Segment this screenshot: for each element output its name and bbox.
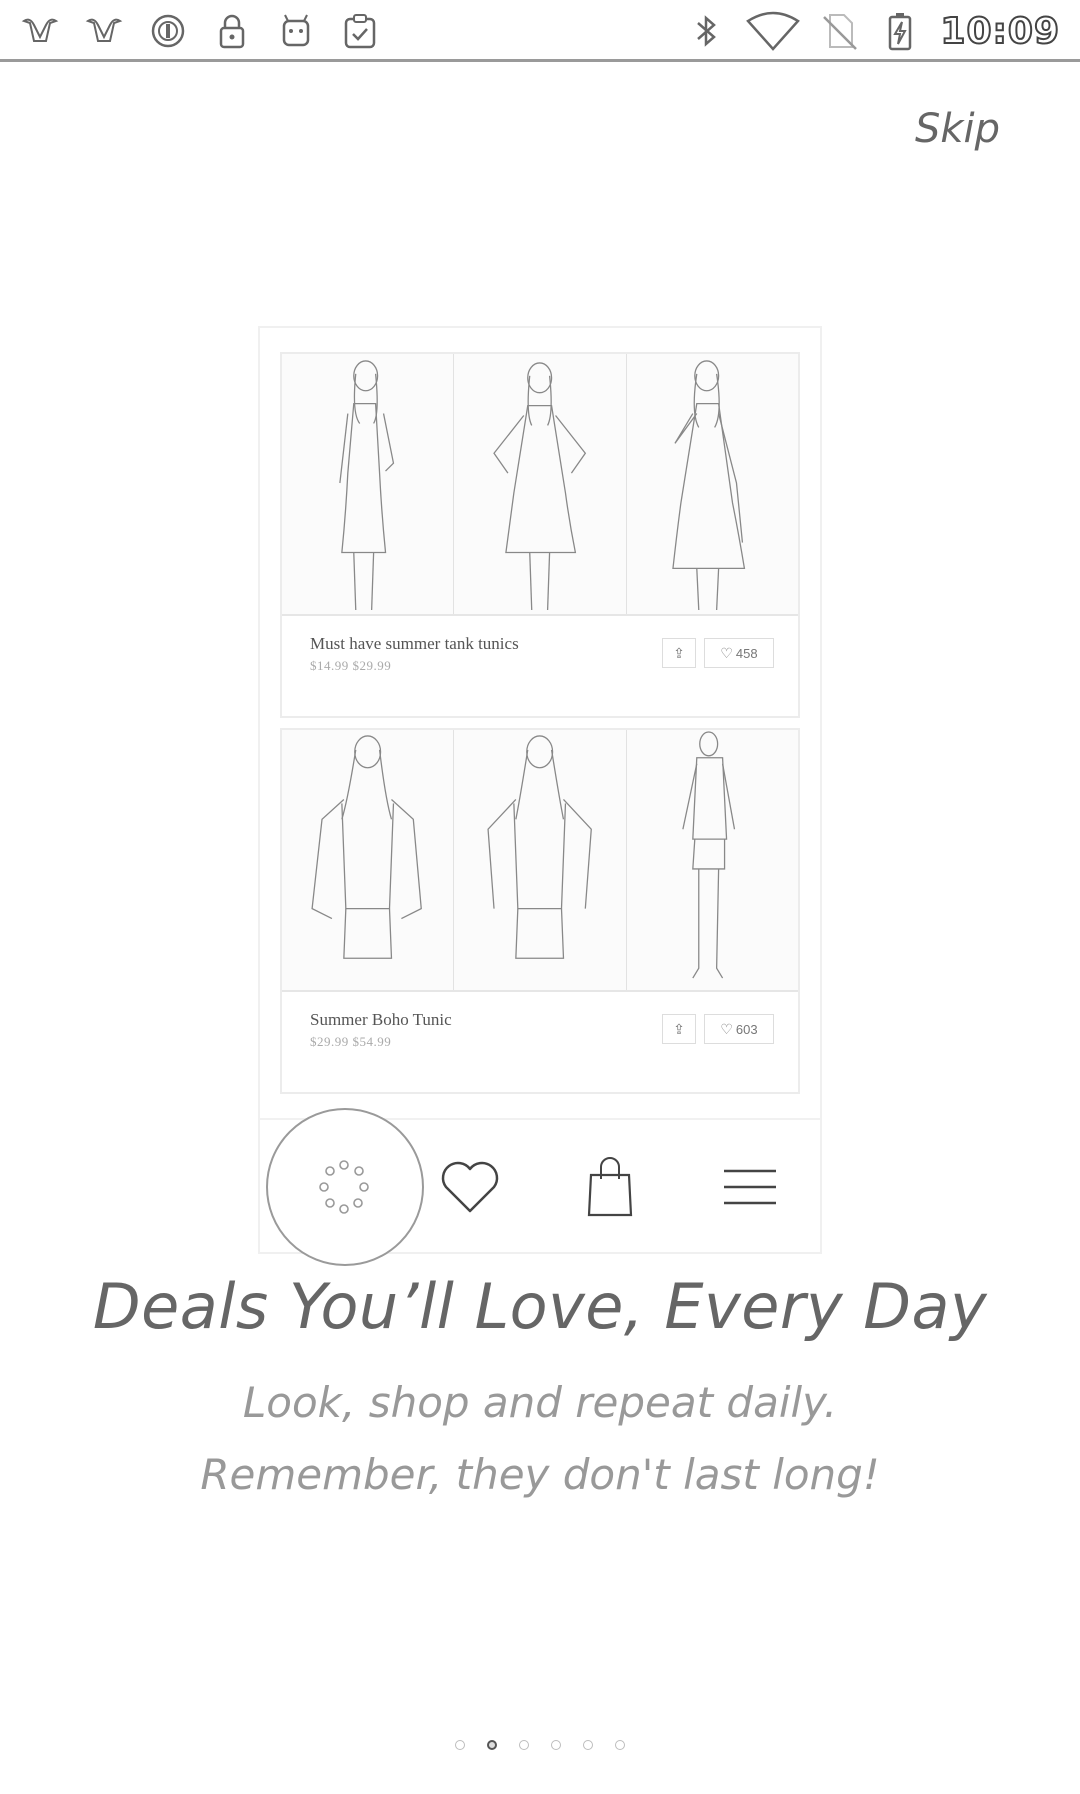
- skip-button[interactable]: Skip: [915, 106, 1000, 152]
- sale-price: $29.99: [310, 1034, 349, 1049]
- tab-deals: [266, 1108, 424, 1266]
- product-image: [626, 354, 798, 614]
- deal-card: Summer Boho Tunic $29.99 $54.99 ⇪ ♡ 603: [280, 728, 800, 1094]
- product-image: [282, 730, 455, 990]
- notification-icon: [84, 11, 124, 51]
- tab-favorites: [410, 1120, 530, 1254]
- page-indicator: [0, 1740, 1080, 1750]
- shopping-bag-icon: [587, 1157, 633, 1217]
- product-image: [626, 730, 798, 990]
- lock-icon: [212, 11, 252, 51]
- heart-icon: ♡: [720, 644, 733, 661]
- circle-icon: [148, 11, 188, 51]
- onboarding-subtitle: Remember, they don't last long!: [200, 1450, 880, 1499]
- sale-price: $14.99: [310, 658, 349, 673]
- deals-icon: [319, 1160, 369, 1214]
- original-price: $29.99: [352, 658, 392, 673]
- app-preview-illustration: Must have summer tank tunics $14.99 $29.…: [258, 326, 822, 1266]
- product-photos: [282, 730, 798, 992]
- like-count: 603: [735, 1021, 758, 1037]
- onboarding-subtitle: Look, shop and repeat daily.: [242, 1378, 838, 1427]
- like-button: ♡ 603: [704, 1014, 774, 1044]
- product-image: [454, 354, 627, 614]
- product-photos: [282, 354, 798, 616]
- status-bar: 10:09: [0, 0, 1080, 62]
- clipboard-check-icon: [340, 11, 380, 51]
- like-count: 458: [735, 645, 758, 661]
- page-dot[interactable]: [455, 1740, 465, 1750]
- status-clock: 10:09: [939, 10, 1060, 53]
- menu-icon: [724, 1169, 776, 1205]
- heart-icon: [441, 1161, 499, 1213]
- wifi-icon: [746, 11, 801, 51]
- battery-charging-icon: [880, 11, 920, 51]
- share-button: ⇪: [662, 638, 696, 668]
- no-sim-icon: [820, 11, 860, 51]
- page-dot[interactable]: [519, 1740, 529, 1750]
- page-dot[interactable]: [551, 1740, 561, 1750]
- android-icon: [276, 11, 316, 51]
- onboarding-headline: Deals You’ll Love, Every Day: [92, 1270, 988, 1343]
- product-title: Must have summer tank tunics: [310, 634, 519, 653]
- heart-icon: ♡: [720, 1020, 733, 1037]
- original-price: $54.99: [352, 1034, 392, 1049]
- product-price: $29.99 $54.99: [310, 1034, 391, 1050]
- deal-card: Must have summer tank tunics $14.99 $29.…: [280, 352, 800, 718]
- notification-icon: [20, 11, 60, 51]
- share-icon: ⇪: [673, 1020, 685, 1037]
- share-button: ⇪: [662, 1014, 696, 1044]
- page-dot[interactable]: [583, 1740, 593, 1750]
- like-button: ♡ 458: [704, 638, 774, 668]
- product-title: Summer Boho Tunic: [310, 1010, 452, 1029]
- tab-bag: [550, 1120, 670, 1254]
- page-dot-active[interactable]: [487, 1740, 497, 1750]
- product-image: [454, 730, 627, 990]
- product-price: $14.99 $29.99: [310, 658, 391, 674]
- page-dot[interactable]: [615, 1740, 625, 1750]
- share-icon: ⇪: [673, 644, 685, 661]
- product-image: [282, 354, 455, 614]
- tab-menu: [690, 1120, 810, 1254]
- mockup-tab-bar: [260, 1108, 820, 1266]
- bluetooth-icon: [686, 11, 726, 51]
